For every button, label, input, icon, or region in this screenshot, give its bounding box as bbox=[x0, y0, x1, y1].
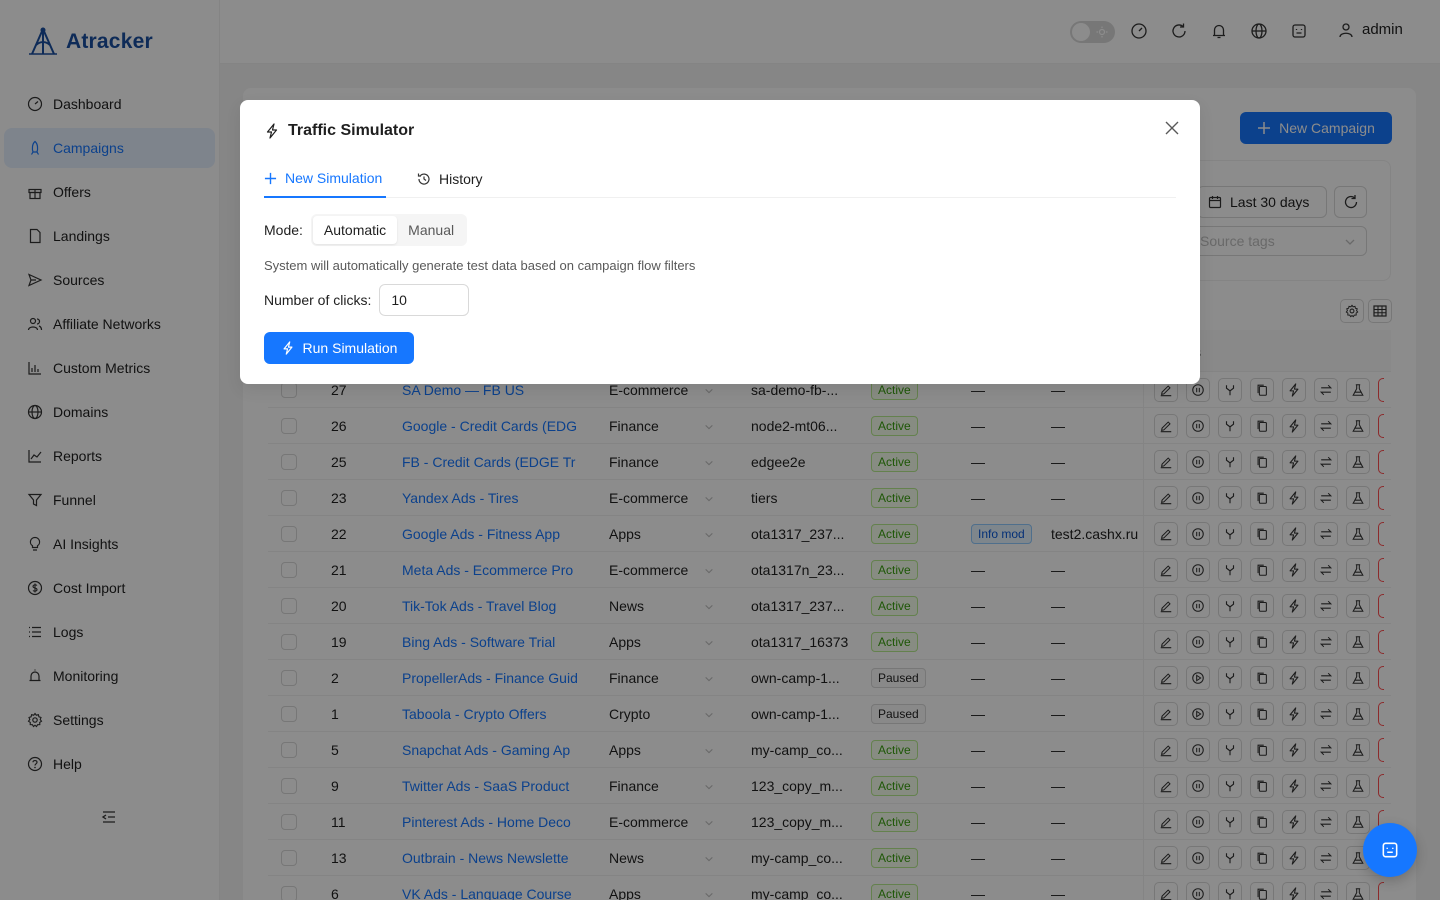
run-simulation-button[interactable]: Run Simulation bbox=[264, 332, 414, 364]
tab-history[interactable]: History bbox=[417, 160, 483, 198]
clicks-row: Number of clicks: bbox=[264, 284, 470, 316]
modal-title: Traffic Simulator bbox=[264, 122, 414, 140]
thunderbolt-icon bbox=[266, 123, 278, 139]
tab-new-simulation[interactable]: New Simulation bbox=[264, 160, 386, 198]
thunderbolt-icon bbox=[283, 341, 293, 355]
mode-row: Mode: Automatic Manual bbox=[264, 214, 468, 246]
history-icon bbox=[417, 173, 430, 185]
close-icon[interactable] bbox=[1164, 120, 1180, 136]
mode-segmented-control: Automatic Manual bbox=[310, 214, 468, 246]
mode-automatic-option[interactable]: Automatic bbox=[312, 216, 398, 244]
plus-icon bbox=[264, 172, 277, 184]
simulator-tabs: New Simulation History bbox=[264, 160, 1176, 198]
modal-title-text: Traffic Simulator bbox=[288, 122, 415, 139]
tab-label: New Simulation bbox=[285, 170, 383, 186]
robot-icon bbox=[1382, 842, 1398, 858]
clicks-input[interactable] bbox=[379, 284, 470, 316]
clicks-label: Number of clicks: bbox=[264, 292, 372, 308]
mode-manual-option[interactable]: Manual bbox=[397, 216, 465, 244]
mode-description: System will automatically generate test … bbox=[264, 258, 696, 273]
tab-label: History bbox=[439, 171, 483, 187]
assistant-float-button[interactable] bbox=[1363, 823, 1417, 877]
mode-label: Mode: bbox=[264, 222, 303, 238]
traffic-simulator-modal: Traffic Simulator New Simulation History… bbox=[240, 100, 1200, 384]
run-simulation-label: Run Simulation bbox=[302, 340, 398, 356]
